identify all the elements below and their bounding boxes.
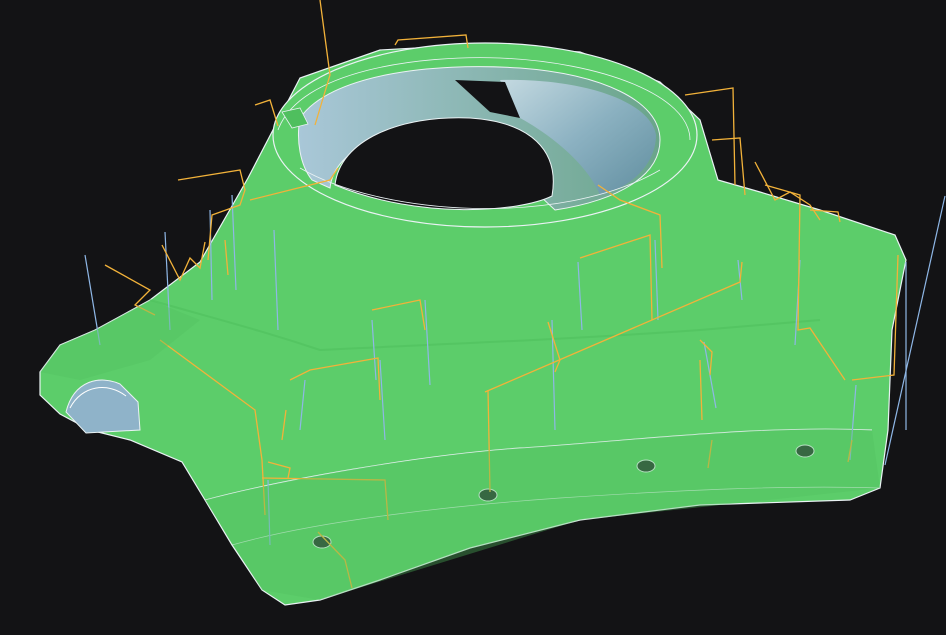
scene-canvas[interactable] xyxy=(0,0,946,635)
3d-toolpath-viewport[interactable] xyxy=(0,0,946,635)
